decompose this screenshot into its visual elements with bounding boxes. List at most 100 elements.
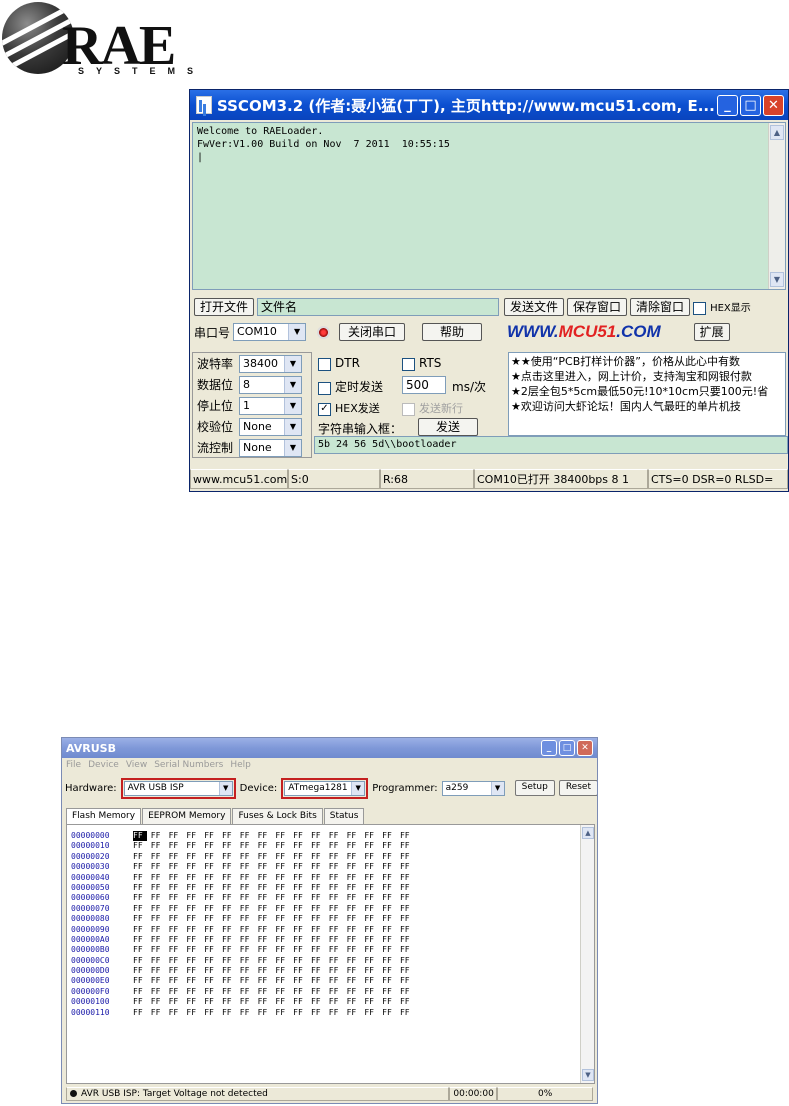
send-input-field[interactable]: 5b 24 56 5d\\bootloader <box>314 436 788 454</box>
maximize-icon[interactable]: □ <box>559 740 575 756</box>
open-file-button[interactable]: 打开文件 <box>194 298 255 316</box>
hex-byte[interactable]: FF <box>275 914 293 924</box>
hex-byte[interactable]: FF <box>400 935 418 945</box>
hex-byte[interactable]: FF <box>382 914 400 924</box>
hex-byte[interactable]: FF <box>151 987 169 997</box>
hex-byte[interactable]: FF <box>240 893 258 903</box>
hex-byte[interactable]: FF <box>204 883 222 893</box>
hex-byte[interactable]: FF <box>329 904 347 914</box>
hex-byte[interactable]: FF <box>275 831 293 841</box>
hex-byte[interactable]: FF <box>364 841 382 851</box>
hex-byte[interactable]: FF <box>293 904 311 914</box>
tab-flash-memory[interactable]: Flash Memory <box>66 808 142 824</box>
hex-byte[interactable]: FF <box>186 1008 204 1018</box>
close-port-button[interactable]: 关闭串口 <box>339 323 406 341</box>
hex-byte[interactable]: FF <box>275 935 293 945</box>
expand-button[interactable]: 扩展 <box>693 323 730 341</box>
hex-byte[interactable]: FF <box>133 976 151 986</box>
hex-byte[interactable]: FF <box>204 935 222 945</box>
hex-byte[interactable]: FF <box>222 997 240 1007</box>
ad-line[interactable]: ★★使用“PCB打样计价器”，价格从此心中有数 <box>511 354 783 369</box>
tab-eeprom-memory[interactable]: EEPROM Memory <box>142 808 232 824</box>
hex-byte[interactable]: FF <box>364 904 382 914</box>
hex-byte[interactable]: FF <box>329 987 347 997</box>
hex-byte[interactable]: FF <box>329 997 347 1007</box>
rts-checkbox[interactable]: RTS <box>402 356 441 371</box>
hex-byte[interactable]: FF <box>186 997 204 1007</box>
hex-byte[interactable]: FF <box>204 862 222 872</box>
hex-byte[interactable]: FF <box>311 1008 329 1018</box>
hex-byte[interactable]: FF <box>186 831 204 841</box>
hex-byte[interactable]: FF <box>364 862 382 872</box>
hex-byte[interactable]: FF <box>382 893 400 903</box>
hex-byte[interactable]: FF <box>400 852 418 862</box>
hex-byte[interactable]: FF <box>329 862 347 872</box>
hex-byte[interactable]: FF <box>329 841 347 851</box>
hex-byte[interactable]: FF <box>204 914 222 924</box>
hex-byte[interactable]: FF <box>293 987 311 997</box>
hex-byte[interactable]: FF <box>400 893 418 903</box>
hex-byte[interactable]: FF <box>133 966 151 976</box>
hex-byte[interactable]: FF <box>133 997 151 1007</box>
hex-byte[interactable]: FF <box>204 873 222 883</box>
hex-byte[interactable]: FF <box>240 914 258 924</box>
hex-byte[interactable]: FF <box>258 841 276 851</box>
hex-byte[interactable]: FF <box>400 956 418 966</box>
hex-byte[interactable]: FF <box>293 852 311 862</box>
hex-byte[interactable]: FF <box>293 976 311 986</box>
hex-byte[interactable]: FF <box>329 831 347 841</box>
hex-byte[interactable]: FF <box>133 904 151 914</box>
hex-byte[interactable]: FF <box>364 831 382 841</box>
hex-byte[interactable]: FF <box>151 1008 169 1018</box>
hex-byte[interactable]: FF <box>382 1008 400 1018</box>
hex-byte[interactable]: FF <box>222 914 240 924</box>
hex-byte[interactable]: FF <box>382 852 400 862</box>
hex-byte[interactable]: FF <box>258 883 276 893</box>
ad-line[interactable]: ★点击这里进入，网上计价，支持淘宝和网银付款 <box>511 369 783 384</box>
hex-byte[interactable]: FF <box>204 976 222 986</box>
hex-byte[interactable]: FF <box>364 1008 382 1018</box>
hex-byte[interactable]: FF <box>400 1008 418 1018</box>
hex-byte[interactable]: FF <box>186 914 204 924</box>
hex-byte[interactable]: FF <box>222 956 240 966</box>
hex-byte[interactable]: FF <box>275 852 293 862</box>
hex-byte[interactable]: FF <box>364 883 382 893</box>
menu-device[interactable]: Device <box>88 760 119 772</box>
hex-byte[interactable]: FF <box>293 841 311 851</box>
hex-byte[interactable]: FF <box>169 966 187 976</box>
hex-byte[interactable]: FF <box>347 841 365 851</box>
hex-byte[interactable]: FF <box>204 925 222 935</box>
hex-byte[interactable]: FF <box>222 976 240 986</box>
hex-byte[interactable]: FF <box>240 904 258 914</box>
hex-byte[interactable]: FF <box>204 1008 222 1018</box>
hex-byte[interactable]: FF <box>400 966 418 976</box>
hex-byte[interactable]: FF <box>311 852 329 862</box>
hex-byte[interactable]: FF <box>151 997 169 1007</box>
hex-byte[interactable]: FF <box>240 831 258 841</box>
hex-byte[interactable]: FF <box>258 852 276 862</box>
hex-byte[interactable]: FF <box>133 873 151 883</box>
hex-byte[interactable]: FF <box>329 966 347 976</box>
hex-byte[interactable]: FF <box>293 893 311 903</box>
hex-byte[interactable]: FF <box>169 956 187 966</box>
hex-byte[interactable]: FF <box>240 1008 258 1018</box>
filename-field[interactable]: 文件名 <box>257 298 500 316</box>
hex-byte[interactable]: FF <box>293 925 311 935</box>
hex-byte[interactable]: FF <box>400 873 418 883</box>
hex-byte[interactable]: FF <box>169 1008 187 1018</box>
hex-byte[interactable]: FF <box>382 987 400 997</box>
hex-byte[interactable]: FF <box>151 883 169 893</box>
hex-byte[interactable]: FF <box>258 956 276 966</box>
hex-byte[interactable]: FF <box>204 956 222 966</box>
hex-byte[interactable]: FF <box>329 914 347 924</box>
hex-byte[interactable]: FF <box>240 925 258 935</box>
hex-byte[interactable]: FF <box>186 883 204 893</box>
hex-byte[interactable]: FF <box>133 914 151 924</box>
timed-send-checkbox[interactable]: 定时发送 <box>318 378 383 395</box>
hex-byte[interactable]: FF <box>240 997 258 1007</box>
hex-byte[interactable]: FF <box>204 945 222 955</box>
reset-button[interactable]: Reset <box>558 780 597 796</box>
hex-byte[interactable]: FF <box>347 883 365 893</box>
scroll-up-icon[interactable]: ▲ <box>582 827 594 839</box>
hex-byte[interactable]: FF <box>347 893 365 903</box>
